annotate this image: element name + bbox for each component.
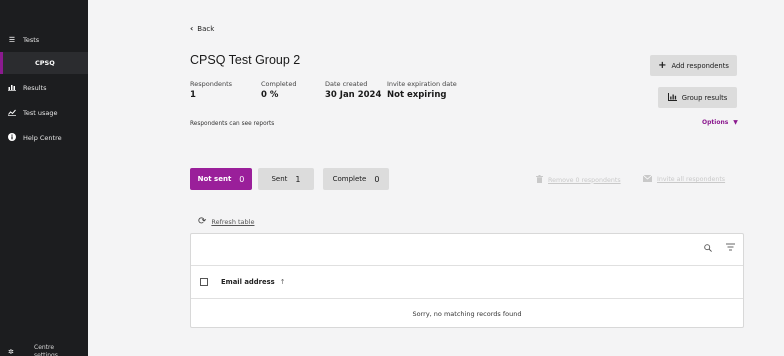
plus-icon: + (658, 60, 667, 71)
trash-icon (536, 175, 543, 185)
sidebar-item-label: Tests (23, 36, 40, 44)
active-indicator (0, 52, 3, 74)
stat-value: 30 Jan 2024 (325, 90, 382, 100)
search-icon[interactable] (704, 244, 712, 255)
gear-icon: ✲ (8, 348, 14, 356)
tab-label: Not sent (197, 175, 232, 183)
sidebar-item-label: Test usage (23, 109, 58, 117)
caret-down-icon: ▼ (733, 119, 738, 126)
back-link[interactable]: ‹ Back (190, 24, 214, 33)
options-dropdown[interactable]: Options ▼ (702, 119, 738, 126)
envelope-icon (642, 174, 653, 184)
tab-count: 0 (374, 174, 380, 184)
table-toolbar (191, 234, 743, 266)
info-icon (7, 133, 17, 143)
refresh-table-button[interactable]: ⟳ Refresh table (198, 216, 254, 227)
tab-complete[interactable]: Complete 0 (323, 168, 389, 190)
sidebar-item-label-2: settings (34, 352, 58, 356)
add-respondents-button[interactable]: + Add respondents (650, 55, 737, 76)
invite-all-button[interactable]: Invite all respondents (642, 174, 726, 184)
select-all-checkbox[interactable] (200, 278, 208, 286)
stat-label: Invite expiration date (387, 80, 457, 88)
respondents-table: Email address ↑ Sorry, no matching recor… (190, 233, 744, 328)
tab-not-sent[interactable]: Not sent 0 (190, 168, 252, 190)
group-results-button[interactable]: Group results (658, 87, 737, 108)
bar-chart-icon (667, 92, 677, 103)
back-label: Back (197, 24, 215, 33)
sidebar-item-results[interactable]: Results (0, 77, 88, 99)
add-respondents-label: Add respondents (671, 61, 729, 70)
stat-respondents: Respondents 1 (190, 80, 232, 100)
tab-count: 1 (295, 174, 301, 184)
tab-count: 0 (239, 174, 245, 184)
bar-chart-icon (7, 84, 17, 93)
respondents-note: Respondents can see reports (190, 121, 275, 127)
options-label: Options (702, 119, 729, 126)
stat-label: Completed (261, 80, 297, 88)
sidebar-item-test-usage[interactable]: Test usage (0, 102, 88, 124)
sidebar-item-tests[interactable]: ☰ Tests (0, 29, 88, 51)
empty-state-message: Sorry, no matching records found (412, 309, 522, 318)
sort-arrow-up-icon: ↑ (279, 278, 286, 286)
sidebar-item-cpsq[interactable]: CPSQ (0, 52, 88, 74)
remove-respondents-button[interactable]: Remove 0 respondents (536, 175, 621, 185)
sidebar-item-label: CPSQ (35, 59, 55, 67)
list-icon: ☰ (8, 36, 16, 44)
sidebar-item-label: Results (23, 84, 47, 92)
line-chart-icon (7, 109, 17, 118)
remove-respondents-label: Remove 0 respondents (548, 176, 621, 184)
stat-label: Date created (325, 80, 368, 88)
tab-sent[interactable]: Sent 1 (258, 168, 314, 190)
column-header-email[interactable]: Email address ↑ (221, 278, 285, 286)
invite-all-label: Invite all respondents (657, 176, 726, 183)
stat-date-created: Date created 30 Jan 2024 (325, 80, 381, 100)
refresh-label: Refresh table (211, 217, 255, 226)
group-results-label: Group results (681, 93, 728, 102)
stat-completed: Completed 0 % (261, 80, 296, 100)
sidebar: ☰ Tests CPSQ Results Test usage Help Cen… (0, 0, 88, 356)
stat-invite-expiration: Invite expiration date Not expiring (387, 80, 457, 100)
stat-value: Not expiring (387, 90, 447, 100)
stat-label: Respondents (190, 80, 233, 88)
table-header-row: Email address ↑ (191, 266, 743, 299)
chevron-left-icon: ‹ (190, 24, 194, 33)
tab-label: Sent (271, 175, 288, 183)
column-header-label: Email address (221, 278, 275, 286)
refresh-icon: ⟳ (198, 216, 207, 227)
stat-value: 0 % (261, 90, 279, 100)
sidebar-item-label: Help Centre (23, 134, 62, 142)
page-title: CPSQ Test Group 2 (190, 53, 301, 67)
filter-icon[interactable] (726, 243, 735, 254)
stat-value: 1 (190, 90, 196, 100)
sidebar-item-centre-settings[interactable]: ✲ Centre settings (0, 340, 88, 356)
sidebar-item-label: Centre (34, 344, 55, 351)
tab-label: Complete (332, 175, 367, 183)
sidebar-item-help-centre[interactable]: Help Centre (0, 127, 88, 149)
